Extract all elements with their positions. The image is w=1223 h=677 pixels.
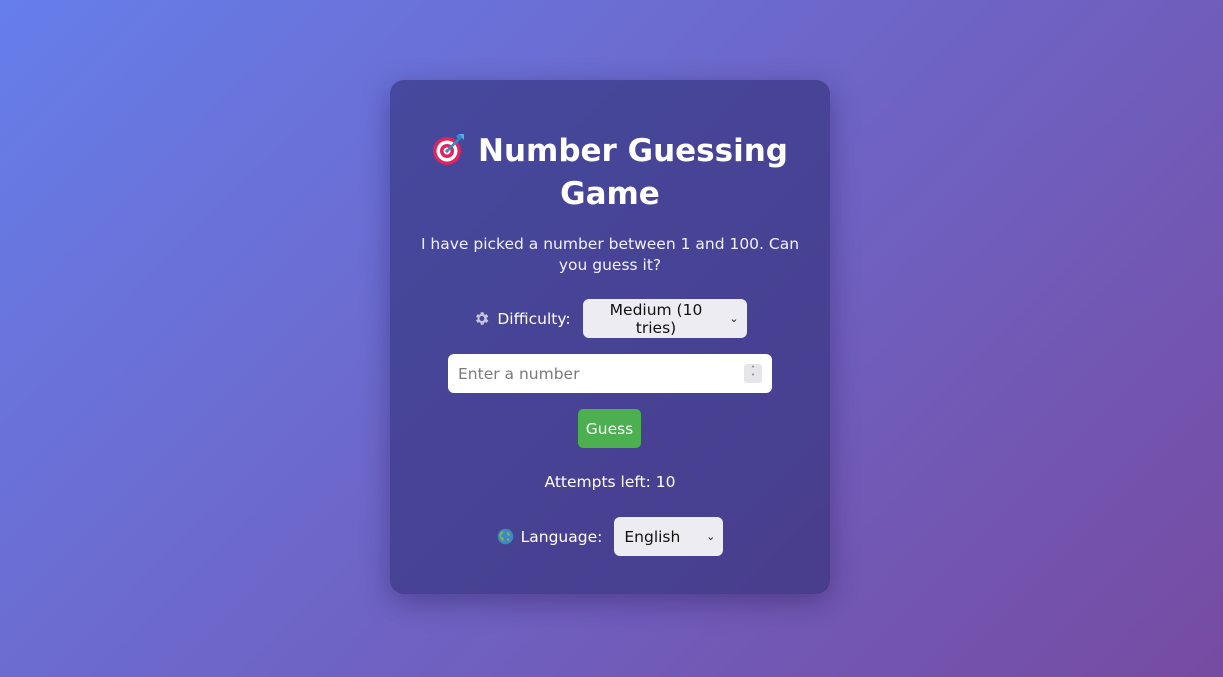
title-text: Number Guessing Game	[478, 133, 788, 212]
game-card: Number Guessing Game I have picked a num…	[390, 80, 830, 594]
language-label-text: Language:	[520, 527, 603, 546]
difficulty-select[interactable]: Medium (10 tries) ⌄	[582, 299, 747, 338]
guess-button[interactable]: Guess	[578, 409, 641, 448]
number-spinner[interactable]: ˄ ˅	[744, 364, 762, 383]
guess-input-wrapper: ˄ ˅	[448, 354, 772, 393]
difficulty-label: Difficulty:	[473, 309, 571, 328]
guess-input[interactable]	[448, 354, 738, 393]
language-selected-value: English	[624, 527, 681, 546]
gear-icon	[473, 310, 490, 327]
chevron-down-icon: ⌄	[706, 530, 716, 543]
language-select[interactable]: English ⌄	[614, 517, 724, 556]
difficulty-label-text: Difficulty:	[497, 309, 571, 328]
difficulty-row: Difficulty: Medium (10 tries) ⌄	[390, 299, 830, 338]
dart-target-icon	[432, 132, 466, 166]
spinner-down-icon[interactable]: ˅	[751, 373, 755, 382]
language-row: Language: English ⌄	[390, 517, 830, 556]
chevron-down-icon: ⌄	[729, 312, 739, 325]
page-title: Number Guessing Game	[410, 130, 810, 216]
globe-icon	[497, 528, 514, 545]
game-instructions: I have picked a number between 1 and 100…	[420, 235, 800, 274]
language-label: Language:	[497, 527, 603, 546]
attempts-left: Attempts left: 10	[544, 473, 676, 491]
difficulty-selected-value: Medium (10 tries)	[609, 300, 703, 337]
